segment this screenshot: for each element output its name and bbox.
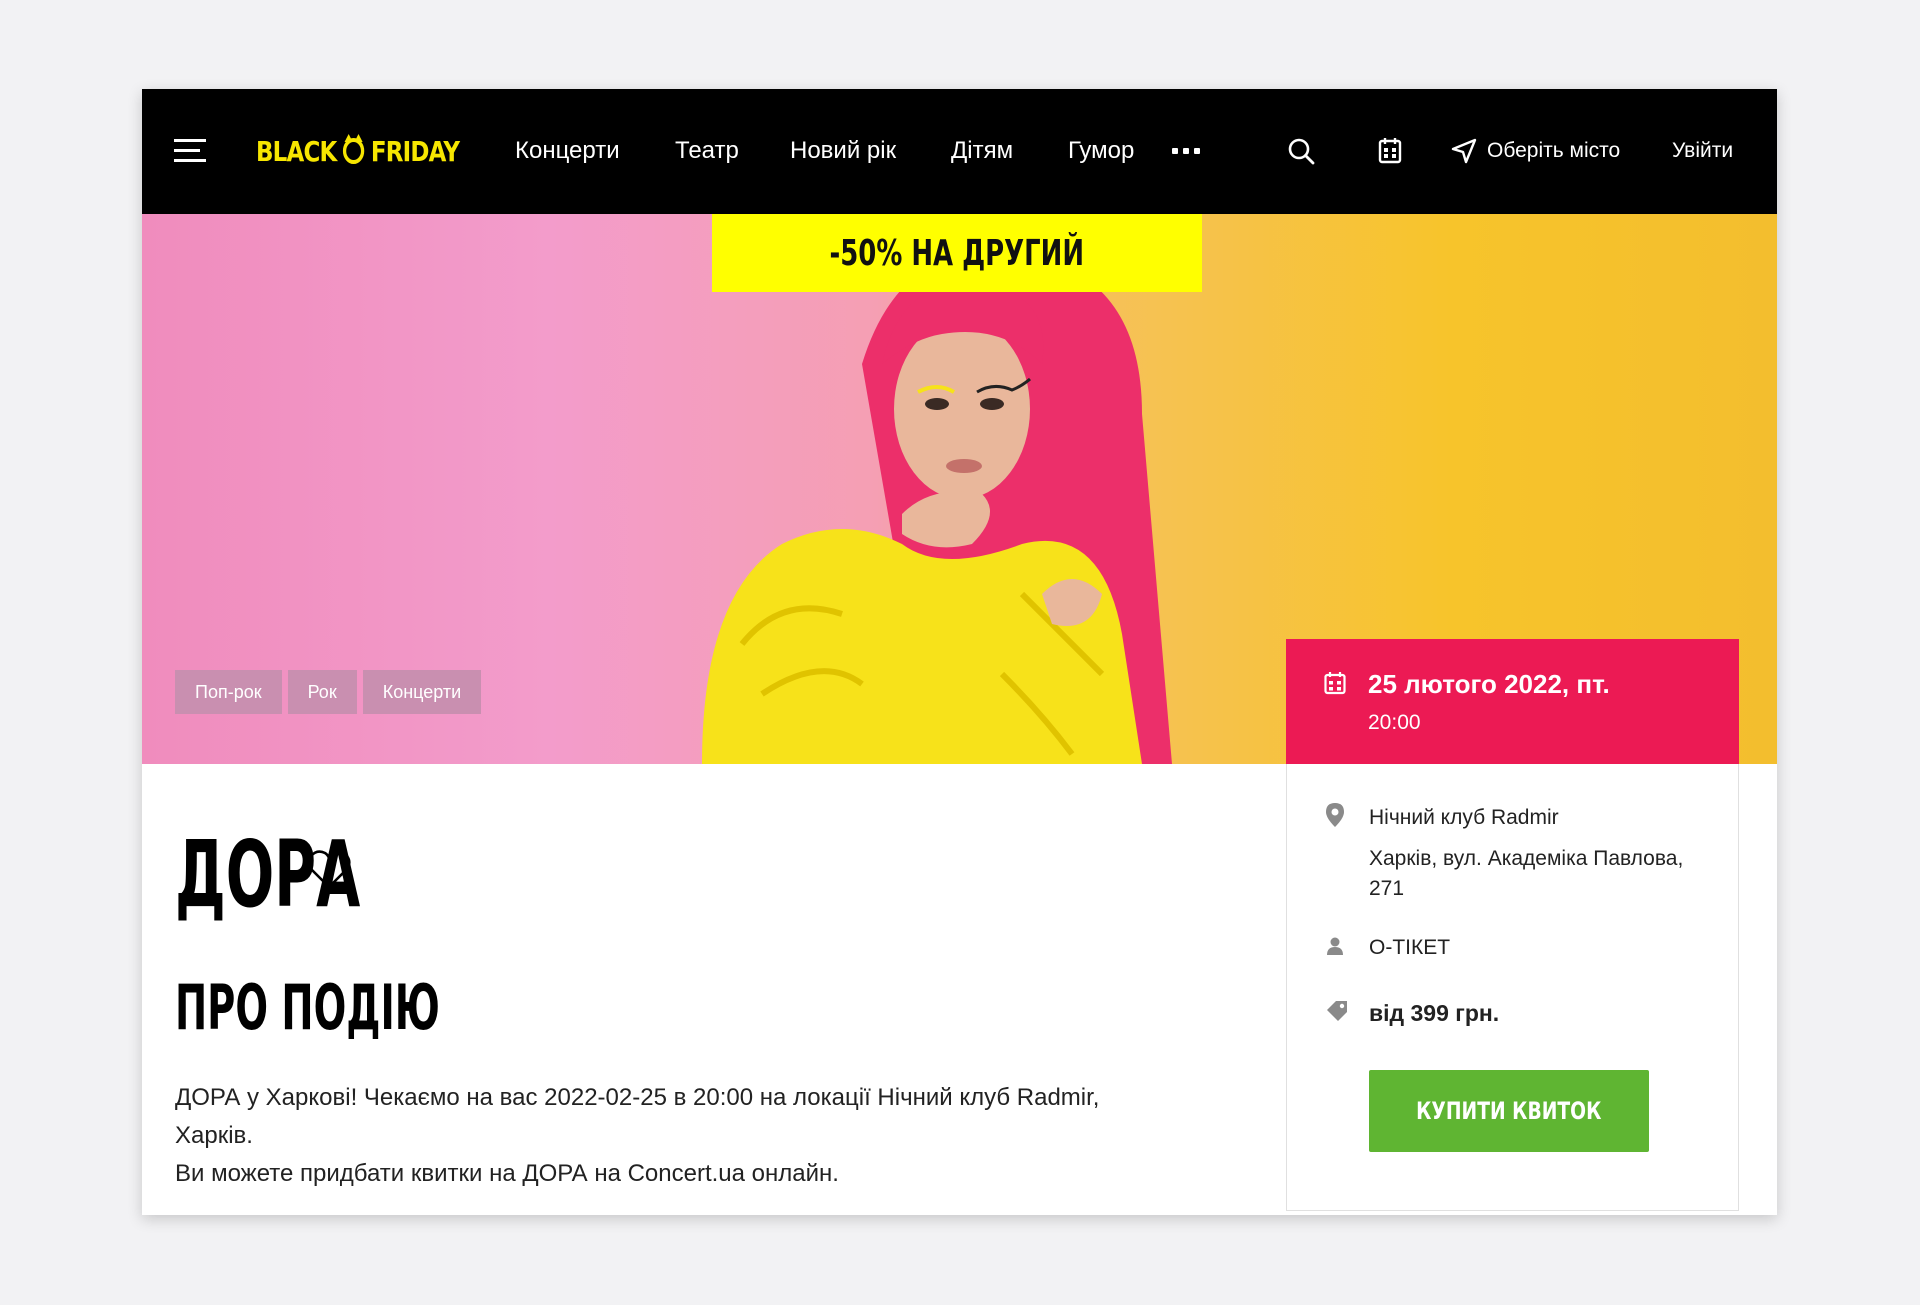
user-icon — [1327, 937, 1343, 955]
nav-item-theatre[interactable]: Театр — [675, 137, 739, 165]
description-line: Харків. — [175, 1122, 253, 1149]
calendar-icon[interactable] — [1378, 136, 1402, 164]
cat-logo-icon — [343, 134, 365, 164]
heart-icon[interactable] — [306, 849, 352, 891]
event-date: 25 лютого 2022, пт. — [1368, 669, 1610, 699]
menu-icon[interactable] — [174, 139, 206, 163]
buy-ticket-label: КУПИТИ КВИТОК — [1416, 1097, 1602, 1125]
site-header: BLACK FRIDAY Концерти Театр Новий рік Ді… — [142, 89, 1777, 214]
organizer-name: О-ТІКЕТ — [1369, 936, 1451, 959]
event-time: 20:00 — [1368, 711, 1421, 734]
login-link[interactable]: Увійти — [1672, 139, 1733, 163]
more-menu-icon[interactable] — [1172, 148, 1200, 154]
event-date-box: 25 лютого 2022, пт. 20:00 — [1286, 639, 1739, 764]
price-tag-icon — [1327, 1001, 1347, 1021]
buy-ticket-button[interactable]: КУПИТИ КВИТОК — [1369, 1070, 1649, 1152]
logo-text-left: BLACK — [256, 134, 337, 168]
nav-item-new-year[interactable]: Новий рік — [790, 137, 896, 165]
venue-name[interactable]: Нічний клуб Radmir — [1369, 806, 1559, 830]
venue-address: Харків, вул. Академіка Павлова, 271 — [1369, 847, 1684, 900]
promo-banner: -50% НА ДРУГИЙ — [712, 214, 1202, 292]
tag-rock[interactable]: Рок — [287, 670, 357, 714]
logo-text-right: FRIDAY — [370, 134, 460, 168]
genre-tags: Поп-рок Рок Концерти — [175, 670, 482, 714]
location-arrow-icon[interactable] — [1450, 137, 1478, 165]
about-section-title: ПРО ПОДІЮ — [175, 971, 440, 1044]
ticket-price: від 399 грн. — [1369, 1000, 1500, 1026]
map-pin-icon — [1326, 803, 1344, 827]
nav-item-kids[interactable]: Дітям — [951, 137, 1013, 165]
description-line: ДОРА у Харкові! Чекаємо на вас 2022-02-2… — [175, 1084, 1100, 1111]
browser-frame: BLACK FRIDAY Концерти Театр Новий рік Ді… — [142, 89, 1777, 1215]
city-selector[interactable]: Оберіть місто — [1487, 139, 1620, 163]
site-logo[interactable]: BLACK FRIDAY — [256, 133, 460, 169]
calendar-icon — [1324, 672, 1346, 695]
nav-item-humor[interactable]: Гумор — [1068, 137, 1134, 165]
ticket-panel: Нічний клуб Radmir Харків, вул. Академік… — [1286, 764, 1739, 1211]
event-description: ДОРА у Харкові! Чекаємо на вас 2022-02-2… — [175, 1079, 1175, 1193]
search-icon[interactable] — [1287, 137, 1315, 165]
tag-concerts[interactable]: Концерти — [362, 670, 482, 714]
description-line: Ви можете придбати квитки на ДОРА на Con… — [175, 1160, 839, 1187]
tag-pop-rock[interactable]: Поп-рок — [175, 670, 282, 714]
nav-item-concerts[interactable]: Концерти — [515, 137, 620, 165]
promo-text: -50% НА ДРУГИЙ — [829, 232, 1085, 274]
